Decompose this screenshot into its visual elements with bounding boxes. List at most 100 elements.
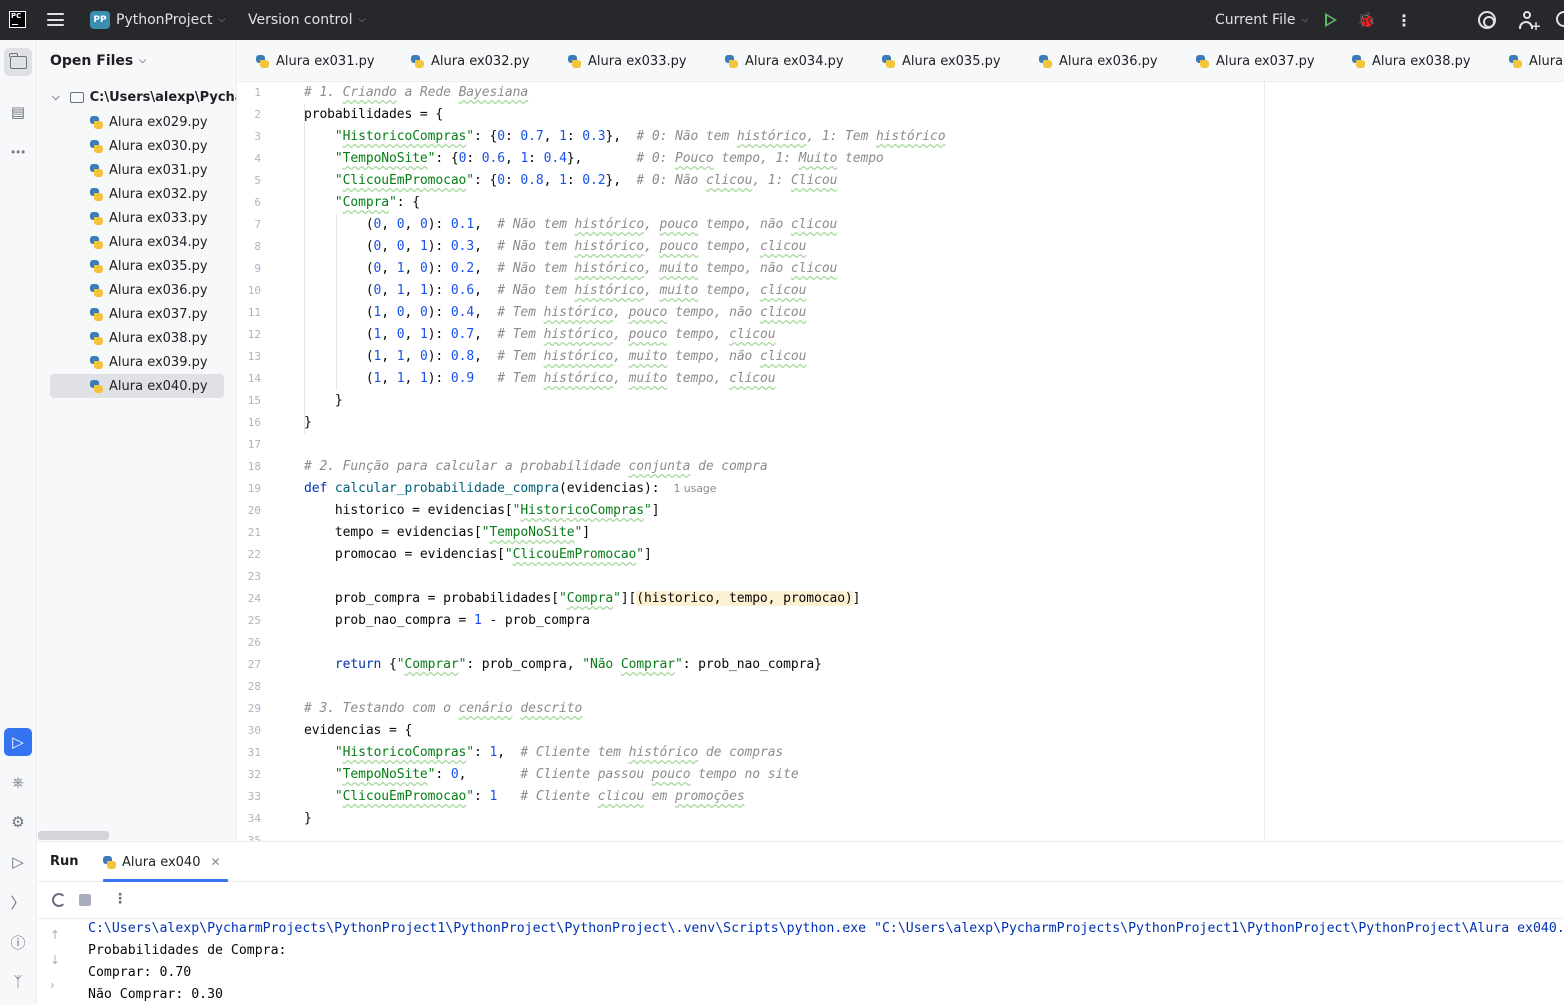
editor-tab[interactable]: Alura ex038.py	[1352, 40, 1471, 81]
code-line[interactable]: probabilidades = {	[304, 104, 443, 126]
code-line[interactable]: }	[304, 412, 312, 434]
code-line[interactable]: (1, 0, 1): 0.7, # Tem histórico, pouco t…	[304, 324, 776, 346]
line-number: 26	[247, 636, 261, 649]
debug-icon[interactable]: 🐞	[1357, 11, 1376, 29]
code-line[interactable]: "HistoricoCompras": 1, # Cliente tem his…	[304, 742, 783, 764]
python-file-icon	[90, 211, 103, 225]
code-line[interactable]: tempo = evidencias["TempoNoSite"]	[304, 522, 590, 544]
code-editor[interactable]: 1 2 3 4 5 6 7 8 9 10 11 12 13 14 15 16 17 18 19 20 21 22 23 24 2…	[238, 82, 1564, 841]
editor-tab-label: Alura ex035.py	[902, 53, 1001, 69]
editor-tab-label: Alura ex037.py	[1216, 53, 1315, 69]
scroll-down-icon[interactable]: ↓	[50, 953, 60, 967]
more-tools-icon[interactable]: ⋯	[4, 138, 32, 166]
usage-hint[interactable]: 1 usage	[673, 482, 716, 495]
code-line[interactable]: promocao = evidencias["ClicouEmPromocao"…	[304, 544, 652, 566]
code-line[interactable]: }	[304, 808, 312, 830]
version-control-menu[interactable]: Version control ⌵	[248, 0, 365, 40]
line-number: 22	[247, 548, 261, 561]
run-configuration-selector[interactable]: Current File ⌵	[1215, 0, 1308, 40]
code-line[interactable]: # 3. Testando com o cenário descrito	[304, 698, 582, 720]
chevron-down-icon: ⌵	[218, 15, 226, 25]
code-line[interactable]: return {"Comprar": prob_compra, "Não Com…	[304, 654, 822, 676]
project-tool-icon[interactable]	[4, 48, 32, 76]
chevron-right-icon[interactable]: ›	[50, 978, 55, 992]
console-line: C:\Users\alexp\PycharmProjects\PythonPro…	[88, 921, 1564, 936]
more-actions-icon[interactable]: ⋮	[1396, 11, 1412, 30]
close-icon[interactable]: ✕	[210, 855, 220, 869]
services-icon[interactable]: ▷	[4, 848, 32, 876]
file-list-item[interactable]: Alura ex035.py	[50, 254, 224, 278]
file-list-item[interactable]: Alura ex037.py	[50, 302, 224, 326]
editor-tab[interactable]: Alura ex035.py	[882, 40, 1001, 81]
code-line[interactable]: # 2. Função para calcular a probabilidad…	[304, 456, 768, 478]
run-icon[interactable]	[1325, 13, 1337, 27]
console-line: Não Comprar: 0.30	[88, 987, 223, 1002]
code-line[interactable]: evidencias = {	[304, 720, 412, 742]
code-line[interactable]: prob_compra = probabilidades["Compra"][(…	[304, 588, 860, 610]
code-line[interactable]: "ClicouEmPromocao": {0: 0.8, 1: 0.2}, # …	[304, 170, 838, 192]
code-line[interactable]: }	[304, 390, 343, 412]
code-line[interactable]: (1, 1, 0): 0.8, # Tem histórico, muito t…	[304, 346, 807, 368]
root-folder[interactable]: ⌵ C:\Users\alexp\PycharmProjects\PythonP…	[52, 90, 236, 105]
main-menu-icon[interactable]	[47, 13, 64, 26]
code-line[interactable]: (0, 0, 0): 0.1, # Não tem histórico, pou…	[304, 214, 838, 236]
file-list-item[interactable]: Alura ex031.py	[50, 158, 224, 182]
stop-icon[interactable]	[79, 894, 91, 906]
file-list-item[interactable]: Alura ex038.py	[50, 326, 224, 350]
structure-tool-icon[interactable]: ▤	[4, 98, 32, 126]
run-tab[interactable]: Alura ex040 ✕	[103, 842, 221, 882]
code-line[interactable]: (1, 1, 1): 0.9 # Tem histórico, muito te…	[304, 368, 776, 390]
code-line[interactable]: (0, 0, 1): 0.3, # Não tem histórico, pou…	[304, 236, 807, 258]
horizontal-scrollbar[interactable]	[38, 831, 109, 840]
python-packages-icon[interactable]: ⎈	[4, 768, 32, 796]
file-name: Alura ex030.py	[109, 138, 208, 154]
code-line[interactable]: def calcular_probabilidade_compra(eviden…	[304, 478, 717, 500]
editor-tab[interactable]: Alura ex039.py	[1509, 40, 1564, 81]
code-line[interactable]: (0, 1, 1): 0.6, # Não tem histórico, mui…	[304, 280, 807, 302]
line-number: 28	[247, 680, 261, 693]
file-list-item[interactable]: Alura ex039.py	[50, 350, 224, 374]
file-list-item[interactable]: Alura ex036.py	[50, 278, 224, 302]
file-list-item[interactable]: Alura ex034.py	[50, 230, 224, 254]
file-name: Alura ex029.py	[109, 114, 208, 130]
file-list-item[interactable]: Alura ex030.py	[50, 134, 224, 158]
code-line[interactable]: "HistoricoCompras": {0: 0.7, 1: 0.3}, # …	[304, 126, 946, 148]
code-line[interactable]: "Compra": {	[304, 192, 420, 214]
scroll-up-icon[interactable]: ↑	[50, 928, 60, 942]
code-line[interactable]: historico = evidencias["HistoricoCompras…	[304, 500, 660, 522]
python-console-icon[interactable]: ⚙	[4, 808, 32, 836]
terminal-icon[interactable]: 〉	[4, 888, 32, 916]
editor-tab[interactable]: Alura ex034.py	[725, 40, 844, 81]
code-line[interactable]: prob_nao_compra = 1 - prob_compra	[304, 610, 590, 632]
run-tool-icon[interactable]: ▷	[4, 728, 32, 756]
code-line[interactable]: (1, 0, 0): 0.4, # Tem histórico, pouco t…	[304, 302, 807, 324]
more-options-icon[interactable]: ⋮	[113, 891, 127, 907]
editor-tab[interactable]: Alura ex031.py	[256, 40, 375, 81]
project-selector[interactable]: PythonProject ⌵	[116, 0, 225, 40]
file-list-item[interactable]: Alura ex033.py	[50, 206, 224, 230]
code-with-me-icon[interactable]: +	[1519, 11, 1541, 33]
search-everywhere-icon[interactable]	[1556, 11, 1564, 27]
code-line[interactable]: "TempoNoSite": 0, # Cliente passou pouco…	[304, 764, 799, 786]
line-number: 12	[247, 328, 261, 341]
code-line[interactable]: # 1. Criando a Rede Bayesiana	[304, 82, 528, 104]
rerun-icon[interactable]	[52, 893, 66, 907]
file-list-item[interactable]: Alura ex029.py	[50, 110, 224, 134]
file-list-item[interactable]: Alura ex032.py	[50, 182, 224, 206]
problems-icon[interactable]: ⓘ	[4, 928, 32, 956]
open-files-selector[interactable]: Open Files ⌵	[50, 53, 146, 69]
editor-tab[interactable]: Alura ex036.py	[1039, 40, 1158, 81]
code-line[interactable]: "ClicouEmPromocao": 1 # Cliente clicou e…	[304, 786, 745, 808]
file-list-item[interactable]: Alura ex040.py	[50, 374, 224, 398]
line-number: 6	[254, 196, 261, 209]
python-file-icon	[1196, 54, 1209, 68]
code-line[interactable]: "TempoNoSite": {0: 0.6, 1: 0.4}, # 0: Po…	[304, 148, 884, 170]
line-number: 21	[247, 526, 261, 539]
editor-tab[interactable]: Alura ex037.py	[1196, 40, 1315, 81]
editor-tab[interactable]: Alura ex032.py	[411, 40, 530, 81]
editor-tab[interactable]: Alura ex033.py	[568, 40, 687, 81]
project-badge[interactable]: PP	[90, 11, 110, 29]
git-icon[interactable]: ᛉ	[4, 968, 32, 996]
ai-assistant-icon[interactable]	[1478, 11, 1496, 29]
code-line[interactable]: (0, 1, 0): 0.2, # Não tem histórico, mui…	[304, 258, 838, 280]
